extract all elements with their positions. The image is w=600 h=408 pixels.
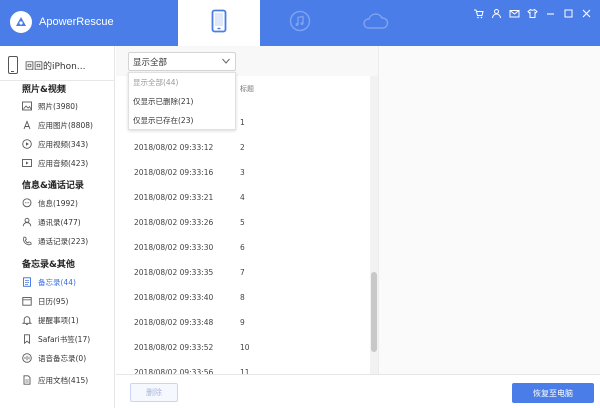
table-row[interactable]: 2018/08/02 09:33:40 8: [116, 288, 378, 308]
chevron-down-icon: [221, 56, 231, 66]
voice-memo-icon: [22, 353, 32, 363]
scrollbar-thumb[interactable]: [371, 272, 377, 352]
table-scrollbar[interactable]: [370, 76, 378, 376]
section-title-photos: 照片&视频: [22, 85, 66, 95]
iphone-icon: [8, 56, 18, 74]
app-window: ApowerRescue 回回的iPhon... 照片&视频 照片(3980) …: [0, 0, 600, 408]
section-title-messages: 信息&通话记录: [22, 181, 84, 191]
filter-select[interactable]: 显示全部: [128, 52, 236, 71]
sidebar-item-photos[interactable]: 照片(3980): [22, 99, 78, 113]
bottom-bar: 删除 恢复至电脑: [116, 374, 600, 408]
cloud-icon: [361, 11, 389, 35]
sidebar-item-messages[interactable]: 信息(1992): [22, 196, 78, 210]
bookmark-icon: [22, 334, 32, 344]
table-row[interactable]: 2018/08/02 09:33:30 6: [116, 238, 378, 258]
sidebar-item-app-photos[interactable]: 应用图片(8808): [22, 118, 93, 132]
maximize-icon[interactable]: [562, 7, 574, 19]
brand: ApowerRescue: [10, 8, 114, 36]
calendar-icon: [22, 296, 32, 306]
video-icon: [22, 139, 32, 149]
filter-option-deleted[interactable]: 仅显示已删除(21): [133, 92, 193, 110]
filter-option-all[interactable]: 显示全部(44): [133, 73, 178, 91]
main-panel: 标题 1 2018/08/02 09:33:12 2 2018/08/02 09:…: [116, 46, 600, 408]
tab-phone[interactable]: [178, 0, 260, 46]
sidebar-item-app-audio[interactable]: 应用音频(423): [22, 156, 88, 170]
sidebar-item-contacts[interactable]: 通讯录(477): [22, 215, 81, 229]
table-row[interactable]: 2018/08/02 09:33:48 9: [116, 313, 378, 333]
sidebar-item-notes[interactable]: 备忘录(44): [22, 275, 76, 289]
photo-icon: [22, 101, 32, 111]
top-bar: ApowerRescue: [0, 0, 600, 46]
cart-icon[interactable]: [472, 7, 484, 19]
tab-icloud[interactable]: [340, 0, 410, 46]
user-icon[interactable]: [490, 7, 502, 19]
close-icon[interactable]: [580, 7, 592, 19]
divider: [0, 80, 115, 81]
call-log-icon: [22, 236, 32, 246]
table-row[interactable]: 2018/08/02 09:33:52 10: [116, 338, 378, 358]
table-row[interactable]: 2018/08/02 09:33:35 7: [116, 263, 378, 283]
delete-button[interactable]: 删除: [130, 383, 178, 402]
column-header-title: 标题: [240, 85, 254, 93]
sidebar-item-calendar[interactable]: 日历(95): [22, 294, 68, 308]
mail-icon[interactable]: [508, 7, 520, 19]
table-row[interactable]: 2018/08/02 09:33:16 3: [116, 163, 378, 183]
device-selector[interactable]: 回回的iPhon...: [8, 52, 112, 78]
table-row[interactable]: 2018/08/02 09:33:12 2: [116, 138, 378, 158]
window-controls: [472, 6, 592, 20]
phone-icon: [211, 9, 227, 37]
audio-icon: [22, 158, 32, 168]
sidebar-item-safari-bookmarks[interactable]: Safari书签(17): [22, 332, 90, 346]
sidebar-item-app-documents[interactable]: 应用文档(415): [22, 373, 88, 387]
restore-to-computer-button[interactable]: 恢复至电脑: [512, 383, 594, 403]
music-icon: [289, 10, 311, 36]
tab-itunes[interactable]: [270, 0, 330, 46]
device-name: 回回的iPhon...: [25, 61, 86, 72]
message-icon: [22, 198, 32, 208]
preview-panel: [378, 46, 600, 380]
shirt-icon[interactable]: [526, 7, 538, 19]
notes-icon: [22, 277, 32, 287]
table-row[interactable]: 2018/08/02 09:33:21 4: [116, 188, 378, 208]
section-title-notes: 备忘录&其他: [22, 260, 75, 270]
sidebar-item-voice-memos[interactable]: 语音备忘录(0): [22, 351, 86, 365]
app-store-icon: [22, 120, 32, 130]
minimize-icon[interactable]: [544, 7, 556, 19]
bell-icon: [22, 315, 32, 325]
filter-selected-value: 显示全部: [133, 57, 168, 68]
sidebar: 回回的iPhon... 照片&视频 照片(3980) 应用图片(8808) 应用…: [0, 46, 115, 408]
document-icon: [22, 375, 32, 385]
sidebar-item-call-log[interactable]: 通话记录(223): [22, 234, 88, 248]
sidebar-item-reminders[interactable]: 提醒事项(1): [22, 313, 79, 327]
filter-dropdown: 显示全部(44) 仅显示已删除(21) 仅显示已存在(23): [128, 72, 236, 130]
filter-option-existing[interactable]: 仅显示已存在(23): [133, 111, 193, 129]
logo-icon: [10, 11, 32, 33]
table-row[interactable]: 2018/08/02 09:33:26 5: [116, 213, 378, 233]
contacts-icon: [22, 217, 32, 227]
sidebar-item-app-videos[interactable]: 应用视频(343): [22, 137, 88, 151]
app-name: ApowerRescue: [39, 16, 114, 28]
